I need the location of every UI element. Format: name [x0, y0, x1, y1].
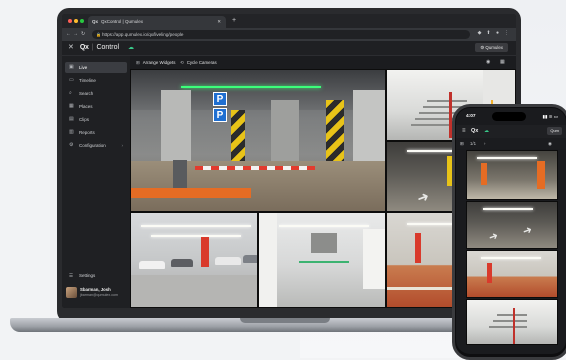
phone-camera-tile[interactable] — [466, 150, 558, 200]
grid-icon: ⊞ — [136, 60, 140, 65]
user-profile[interactable]: Sbarman, Josh jbarman@qumulex.com — [66, 286, 128, 300]
reload-icon[interactable]: ↻ — [81, 30, 85, 39]
laptop-screen: Qx QxControl | Qumulex ✕ + ← → ↻ 🔒 https:… — [62, 14, 516, 308]
profile-email: jbarman@qumulex.com — [80, 293, 119, 297]
sidebar-item-label: Reports — [79, 130, 95, 135]
sidebar-item-label: Places — [79, 104, 93, 109]
live-icon: ▣ — [69, 64, 74, 70]
url-text: https://app.qumulex.io/qx/liveling/peopl… — [102, 32, 184, 37]
minimize-window-dot[interactable] — [74, 19, 78, 23]
grid-icon[interactable]: ⊞ — [460, 139, 464, 148]
live-toolbar: ⊞ Arrange Widgets ⟲ Cycle Cameras ◉ ▦ — [130, 56, 516, 69]
maximize-window-dot[interactable] — [80, 19, 84, 23]
sidebar-item-label: Search — [79, 91, 94, 96]
browser-menu-icon[interactable]: ⋮ — [503, 30, 510, 37]
arrange-widgets-label: Arrange Widgets — [142, 60, 176, 65]
settings-icon: ☰ — [69, 273, 74, 278]
close-window-dot[interactable] — [68, 19, 72, 23]
org-button-label: Qumulex — [485, 45, 503, 50]
sidebar-item-label: Timeline — [79, 78, 96, 83]
lock-icon: 🔒 — [96, 32, 101, 37]
sidebar-item-search[interactable]: ⌕ Search — [65, 88, 127, 99]
org-button-icon: ⚙ — [480, 45, 485, 50]
chevron-right-icon: › — [121, 143, 124, 148]
sidebar-item-reports[interactable]: ▥ Reports — [65, 127, 127, 138]
settings-item[interactable]: ☰ Settings — [65, 270, 127, 281]
timeline-icon: ▭ — [69, 77, 74, 83]
settings-label: Settings — [79, 273, 96, 278]
sidebar-item-places[interactable]: ▦ Places — [65, 101, 127, 112]
floor-arrow-icon: ➜ — [521, 223, 534, 239]
search-icon: ⌕ — [69, 90, 72, 96]
sidebar-item-timeline[interactable]: ▭ Timeline — [65, 75, 127, 86]
tab-title: QxControl | Qumulex — [101, 19, 143, 24]
parking-sign-icon: P — [213, 108, 227, 122]
close-app-icon[interactable]: ✕ — [68, 44, 74, 51]
sidebar-item-label: Clips — [79, 117, 90, 122]
app-logo: ✕ Qx | Control — [68, 44, 120, 51]
url-input[interactable]: 🔒 https://app.qumulex.io/qx/liveling/peo… — [92, 30, 470, 39]
phone-logo: Qx — [471, 128, 479, 134]
phone-toolbar: ⊞ 1/1 › ◉ — [456, 138, 566, 149]
cycle-icon: ⟲ — [180, 60, 184, 65]
phone-app-header: ≡ Qx ☁ Qum — [456, 125, 566, 138]
new-tab-icon[interactable]: + — [232, 16, 236, 26]
phone-org-button[interactable]: Qum — [547, 127, 562, 135]
places-icon: ▦ — [69, 103, 74, 109]
address-bar-row: ← → ↻ 🔒 https://app.qumulex.io/qx/liveli… — [62, 28, 516, 41]
tab-close-icon[interactable]: ✕ — [217, 16, 221, 28]
cloud-status-icon: ☁ — [128, 45, 134, 51]
sidebar-item-configuration[interactable]: ⚙ Configuration › — [65, 140, 127, 151]
app-header: ✕ Qx | Control ☁ ⚙ Qumulex — [62, 41, 516, 56]
clips-icon: ▤ — [69, 116, 74, 122]
phone-status-icons: ▮▮ ≋ ▭ — [542, 114, 558, 119]
avatar — [66, 287, 77, 298]
page-indicator: 1/1 — [470, 141, 476, 146]
reports-icon: ▥ — [69, 129, 74, 135]
browser-tabbar: Qx QxControl | Qumulex ✕ + — [62, 14, 516, 28]
sidebar-item-label: Live — [79, 65, 88, 70]
phone-screen: 4:07 ▮▮ ≋ ▭ ≡ Qx ☁ Qum ⊞ 1/1 › ◉ ➜ ➜ — [456, 108, 566, 354]
org-button[interactable]: ⚙ Qumulex — [475, 43, 508, 52]
parking-sign-icon: P — [213, 92, 227, 106]
qxcontrol-app: ✕ Qx | Control ☁ ⚙ Qumulex ▣ Live ▭ Timelin… — [62, 41, 516, 308]
cycle-cameras-label: Cycle Cameras — [186, 60, 217, 65]
logo-mark: Qx — [79, 44, 89, 51]
phone-camera-tile[interactable] — [466, 299, 558, 345]
browser-tab[interactable]: Qx QxControl | Qumulex ✕ — [88, 16, 226, 28]
sidebar-item-live[interactable]: ▣ Live — [65, 62, 127, 73]
floor-arrow-icon: ➜ — [487, 229, 500, 245]
camera-tile-garage-entrance[interactable]: P P — [130, 69, 386, 212]
gear-icon: ⚙ — [69, 142, 74, 148]
profile-icon[interactable]: ● — [494, 30, 501, 37]
camera-tile-parking-row[interactable] — [130, 212, 258, 308]
forward-icon[interactable]: → — [73, 30, 78, 39]
view-icon[interactable]: ◉ — [486, 58, 490, 67]
sidebar-item-label: Configuration — [79, 143, 106, 148]
share-icon[interactable]: ⬆ — [485, 30, 492, 37]
tab-favicon: Qx — [92, 19, 99, 24]
view-icon[interactable]: ◉ — [548, 139, 552, 148]
menu-icon[interactable]: ≡ — [462, 127, 466, 136]
dynamic-island — [492, 112, 526, 121]
sidebar-item-clips[interactable]: ▤ Clips — [65, 114, 127, 125]
laptop-notch — [240, 318, 330, 323]
more-icon[interactable]: ▦ — [500, 58, 505, 67]
phone-camera-tile[interactable]: ➜ ➜ — [466, 201, 558, 249]
sidebar: ▣ Live ▭ Timeline ⌕ Search ▦ Places ▤ Cl… — [62, 56, 130, 308]
floor-arrow-icon: ➜ — [414, 187, 432, 207]
phone-camera-tile[interactable] — [466, 250, 558, 298]
extension-icon[interactable]: ◆ — [476, 30, 483, 37]
arrange-widgets-button[interactable]: ⊞ Arrange Widgets — [136, 58, 175, 67]
cloud-status-icon: ☁ — [484, 128, 489, 134]
phone-time: 4:07 — [466, 114, 476, 119]
next-icon[interactable]: › — [484, 139, 485, 148]
camera-tile-ramp[interactable] — [258, 212, 386, 308]
back-icon[interactable]: ← — [66, 30, 71, 39]
logo-text: Control — [96, 44, 120, 51]
cycle-cameras-button[interactable]: ⟲ Cycle Cameras — [180, 58, 217, 67]
